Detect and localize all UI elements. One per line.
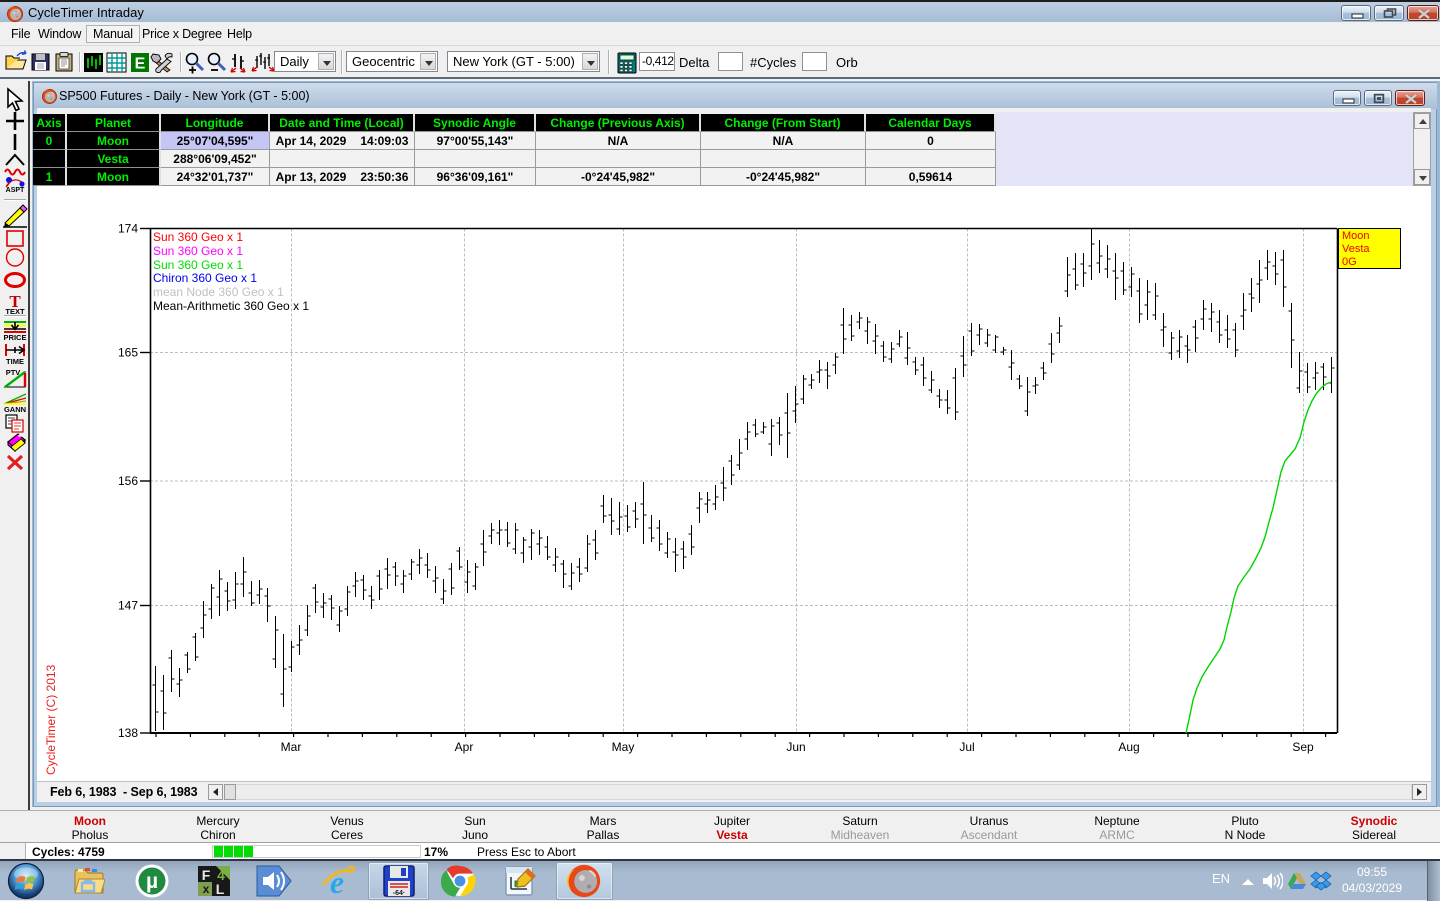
svg-text:F: F — [202, 867, 211, 883]
svg-text:Mar: Mar — [281, 740, 302, 754]
svg-text:L: L — [216, 881, 225, 897]
svg-text:µ: µ — [146, 870, 158, 893]
svg-text:Apr: Apr — [455, 740, 474, 754]
svg-text:Jul: Jul — [959, 740, 974, 754]
svg-text:165: 165 — [118, 346, 138, 360]
svg-text:Aug: Aug — [1118, 740, 1139, 754]
svg-text:e: e — [330, 864, 344, 899]
svg-text:ASPT: ASPT — [6, 187, 25, 194]
svg-text:x: x — [203, 882, 210, 896]
svg-text:E: E — [135, 56, 146, 73]
svg-text:Jun: Jun — [786, 740, 805, 754]
svg-text:TIME: TIME — [6, 357, 24, 366]
svg-text:147: 147 — [118, 599, 138, 613]
svg-text:138: 138 — [118, 726, 138, 740]
svg-text:PRICE: PRICE — [4, 333, 27, 342]
svg-text:156: 156 — [118, 474, 138, 488]
svg-text:174: 174 — [118, 222, 138, 236]
svg-text:-64·: -64· — [393, 890, 405, 897]
svg-text:GANN: GANN — [4, 405, 26, 414]
svg-text:Sep: Sep — [1292, 740, 1314, 754]
svg-text:TEXT: TEXT — [5, 307, 25, 316]
svg-text:May: May — [612, 740, 635, 754]
svg-text:PTV: PTV — [6, 368, 21, 377]
